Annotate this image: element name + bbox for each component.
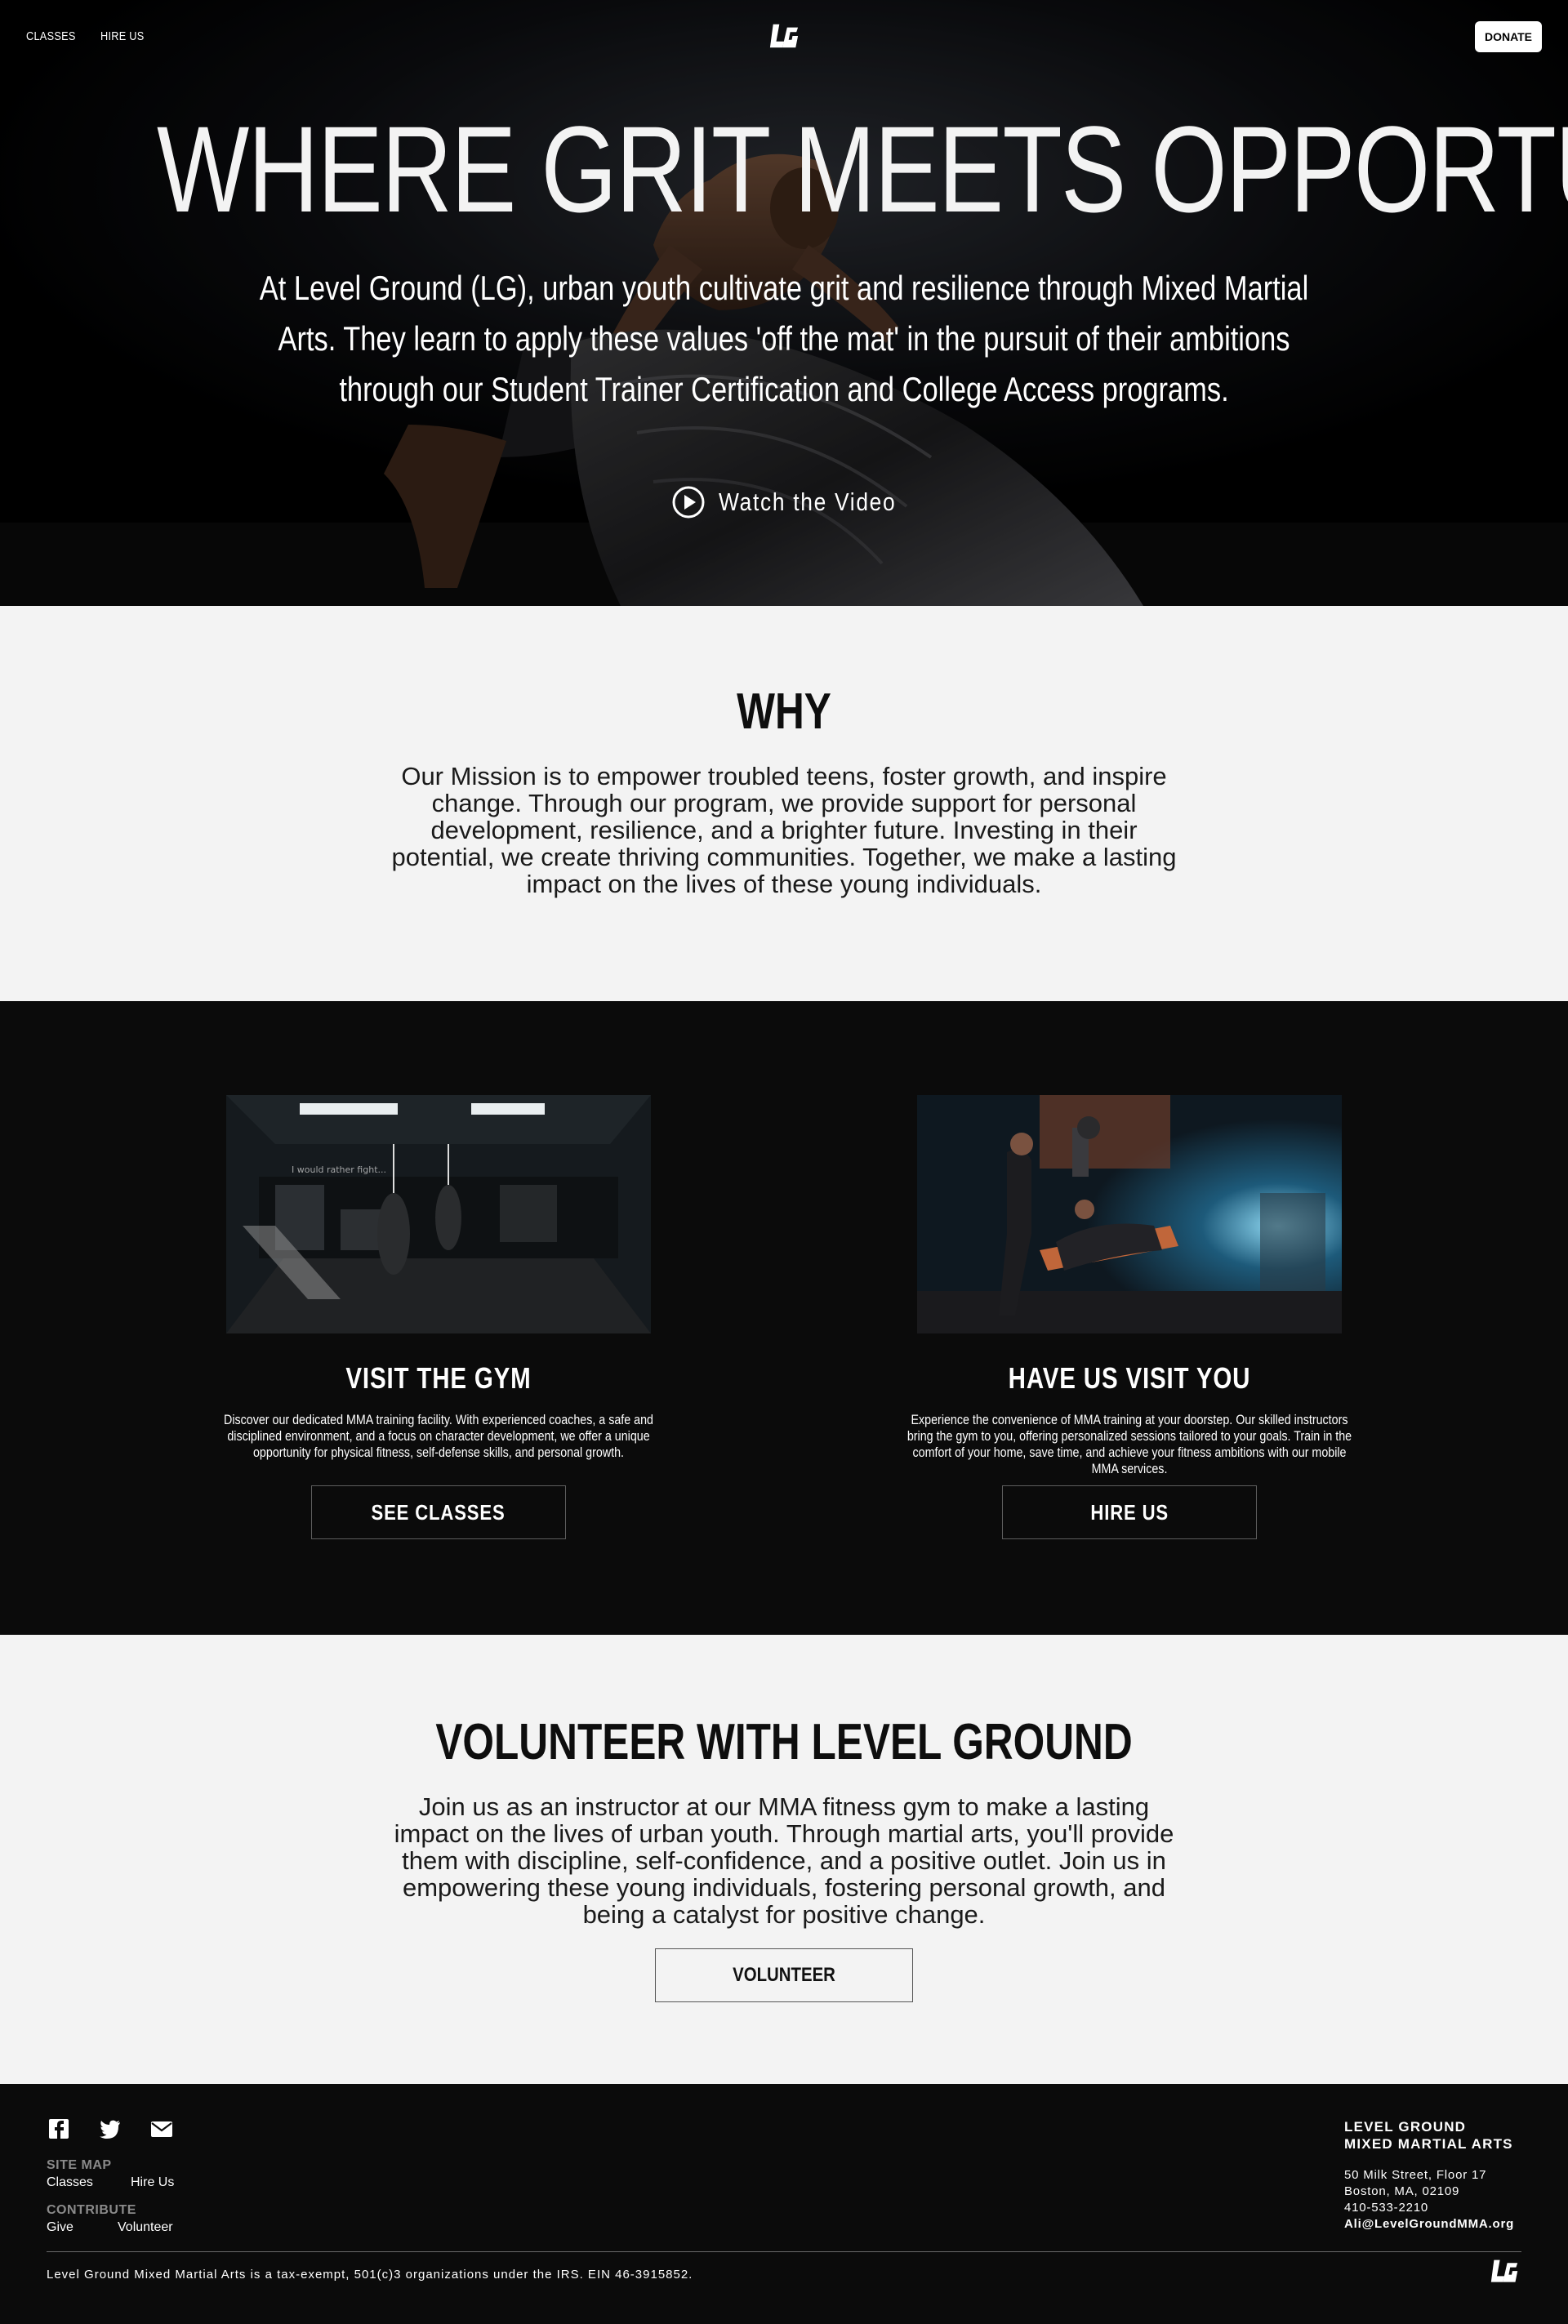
org-name-line-1: LEVEL GROUND [1344,2119,1467,2135]
gym-photo: I would rather fight... [226,1095,651,1333]
footer-divider [47,2251,1521,2252]
card-gym-text: Discover our dedicated MMA training faci… [224,1412,653,1460]
footer-link-classes[interactable]: Classes [47,2175,93,2190]
watch-video-label: Watch the Video [719,488,897,516]
org-name-line-2: MIXED MARTIAL ARTS [1344,2136,1513,2152]
email-icon[interactable] [149,2117,174,2141]
donate-button[interactable]: DONATE [1475,21,1542,52]
volunteer-text: Join us as an instructor at our MMA fitn… [394,1792,1174,1929]
lg-logo-icon[interactable] [768,21,800,52]
contribute-label: CONTRIBUTE [47,2203,136,2217]
services-section: I would rather fight... VISIT THE GYM Di… [0,1001,1568,1635]
play-circle-icon [672,486,705,519]
facebook-icon[interactable] [47,2117,71,2141]
lg-logo-footer-icon[interactable] [1490,2257,1519,2286]
volunteer-section: VOLUNTEER WITH LEVEL GROUND Join us as a… [0,1635,1568,2084]
site-map-label: SITE MAP [47,2158,112,2172]
svg-text:I would rather fight...: I would rather fight... [292,1164,386,1175]
nav-link-classes[interactable]: CLASSES [26,29,76,43]
footer-link-give[interactable]: Give [47,2220,74,2235]
address-line-1: 50 Milk Street, Floor 17 [1344,2168,1487,2182]
volunteer-title: VOLUNTEER WITH LEVEL GROUND [435,1714,1133,1770]
card-gym-title: VISIT THE GYM [345,1361,532,1395]
twitter-icon[interactable] [98,2117,122,2141]
hero-section: CLASSES HIRE US DONATE WHERE GRIT MEETS … [0,0,1568,606]
site-footer: SITE MAP Classes Hire Us CONTRIBUTE Give… [0,2084,1568,2324]
hero-title: WHERE GRIT MEETS OPPORTUNITY [157,100,1568,238]
why-title: WHY [737,683,831,740]
phone-number: 410-533-2210 [1344,2201,1429,2215]
volunteer-button[interactable]: VOLUNTEER [655,1948,913,2002]
why-section: WHY Our Mission is to empower troubled t… [0,606,1568,1001]
footer-link-volunteer[interactable]: Volunteer [118,2220,173,2235]
card-visit-title: HAVE US VISIT YOU [1008,1361,1251,1395]
email-link[interactable]: Ali@LevelGroundMMA.org [1344,2217,1514,2231]
legal-text: Level Ground Mixed Martial Arts is a tax… [47,2268,693,2282]
trainer-photo [917,1095,1342,1333]
watch-video-button[interactable]: Watch the Video [671,485,928,519]
card-visit-text: Experience the convenience of MMA traini… [906,1412,1352,1476]
hero-subtitle: At Level Ground (LG), urban youth cultiv… [259,269,1309,408]
footer-link-hire-us[interactable]: Hire Us [131,2175,174,2190]
top-nav: CLASSES HIRE US [26,29,152,43]
see-classes-button[interactable]: SEE CLASSES [311,1485,566,1539]
address-line-2: Boston, MA, 02109 [1344,2184,1460,2198]
hire-us-button[interactable]: HIRE US [1002,1485,1257,1539]
nav-link-hire-us[interactable]: HIRE US [100,29,145,43]
why-text: Our Mission is to empower troubled teens… [391,762,1177,898]
